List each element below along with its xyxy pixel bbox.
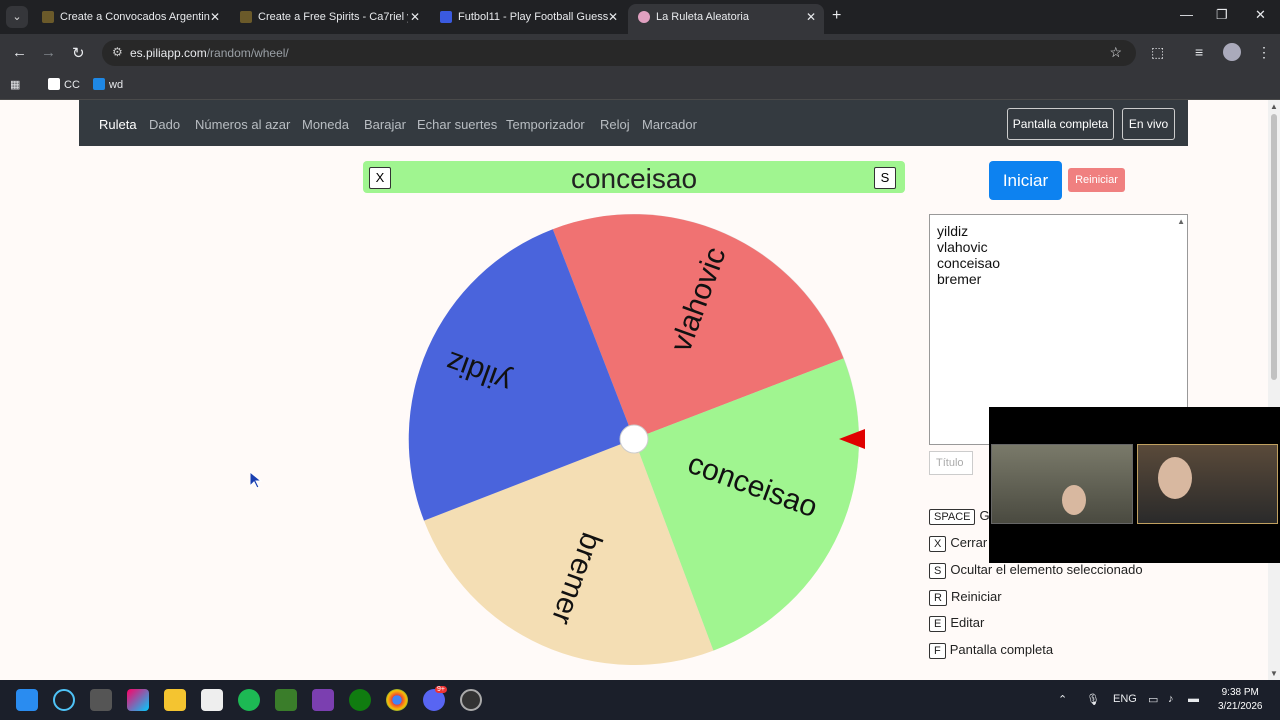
close-icon[interactable]: ✕ — [608, 4, 618, 30]
battery-icon[interactable]: ▬ — [1188, 693, 1199, 705]
address-bar[interactable]: ⚙ es.piliapp.com/random/wheel/ ☆ — [102, 40, 1136, 66]
spotify-icon[interactable] — [238, 689, 260, 711]
xbox-icon[interactable] — [349, 689, 371, 711]
close-result-button[interactable]: X — [369, 167, 391, 189]
tab-favicon-icon — [440, 11, 452, 23]
microphone-icon[interactable]: 🎙 — [1086, 693, 1100, 706]
toolbar: ← → ↻ ⚙ es.piliapp.com/random/wheel/ ☆ ⬚… — [0, 34, 1280, 72]
title-input[interactable]: Título — [929, 451, 973, 475]
tab-free-spirits[interactable]: Create a Free Spirits - Ca7riel y P ✕ — [230, 4, 428, 30]
scroll-down-icon[interactable]: ▼ — [1270, 669, 1278, 678]
back-icon[interactable]: ← — [12, 44, 27, 61]
close-icon[interactable]: ✕ — [210, 4, 220, 30]
tray-chevron-icon[interactable]: ⌃ — [1058, 693, 1067, 706]
entry-item: yildiz — [937, 223, 969, 239]
minecraft-icon[interactable] — [275, 689, 297, 711]
menu-icon[interactable]: ⋮ — [1257, 44, 1271, 61]
hide-result-button[interactable]: S — [874, 167, 896, 189]
entry-item: conceisao — [937, 255, 1001, 271]
tab-strip: ⌄ Create a Convocados Argentina ✕ Create… — [0, 0, 1280, 34]
network-icon[interactable]: ▭ — [1148, 693, 1158, 706]
tab-favicon-icon — [42, 11, 54, 23]
nav-temporizador[interactable]: Temporizador — [506, 117, 585, 132]
close-icon[interactable]: ✕ — [410, 4, 420, 30]
shortcut-close: X Cerrar — [929, 535, 987, 552]
store-icon[interactable] — [201, 689, 223, 711]
page-scrollbar[interactable]: ▲ ▼ — [1268, 100, 1280, 680]
new-tab-icon[interactable]: + — [832, 7, 841, 25]
site-info-icon[interactable]: ⚙ — [112, 45, 123, 59]
tab-convocados[interactable]: Create a Convocados Argentina ✕ — [32, 4, 228, 30]
mouse-cursor-icon — [250, 472, 262, 489]
tab-search-dropdown[interactable]: ⌄ — [6, 6, 28, 28]
forward-icon[interactable]: → — [41, 44, 56, 61]
nav-echar-suertes[interactable]: Echar suertes — [417, 117, 497, 132]
task-view-icon[interactable] — [90, 689, 112, 711]
start-button[interactable]: Iniciar — [989, 161, 1062, 200]
webcam-feed-2 — [1137, 444, 1278, 524]
live-button[interactable]: En vivo — [1122, 108, 1175, 140]
bookmark-wd[interactable]: wd — [93, 78, 123, 91]
os-taskbar: 9+ ⌃ 🎙 ENG ▭ ♪ ▬ 9:38 PM 3/21/2026 — [0, 680, 1280, 720]
result-text: conceisao — [570, 163, 698, 194]
wheel-center — [619, 424, 649, 454]
nav-moneda[interactable]: Moneda — [302, 117, 349, 132]
start-menu-icon[interactable] — [16, 689, 38, 711]
nav-dado[interactable]: Dado — [149, 117, 180, 132]
bookmark-cc[interactable]: CC — [48, 78, 80, 91]
url-text[interactable]: es.piliapp.com/random/wheel/ — [130, 46, 289, 60]
scroll-up-icon[interactable]: ▲ — [1177, 217, 1185, 226]
tab-favicon-icon — [240, 11, 252, 23]
site-navbar: Ruleta Dado Números al azar Moneda Baraj… — [79, 100, 1188, 146]
reset-button[interactable]: Reiniciar — [1068, 168, 1125, 192]
tab-futbol11[interactable]: Futbol11 - Play Football Guess W ✕ — [430, 4, 626, 30]
nav-ruleta[interactable]: Ruleta — [99, 117, 137, 132]
search-icon[interactable] — [53, 689, 75, 711]
nav-marcador[interactable]: Marcador — [642, 117, 697, 132]
scroll-up-icon[interactable]: ▲ — [1270, 102, 1278, 111]
media-controls-icon[interactable]: ≡ — [1195, 44, 1203, 60]
bookmark-favicon-icon — [93, 78, 105, 90]
reload-icon[interactable]: ↻ — [72, 44, 85, 62]
volume-icon[interactable]: ♪ — [1168, 693, 1174, 705]
fullscreen-button[interactable]: Pantalla completa — [1007, 108, 1114, 140]
shortcut-fullscreen: F Pantalla completa — [929, 642, 1053, 659]
shortcut-space: SPACE G — [929, 508, 990, 525]
webcam-feed-1 — [991, 444, 1133, 524]
shortcut-hide: S Ocultar el elemento seleccionado — [929, 562, 1143, 579]
nav-reloj[interactable]: Reloj — [600, 117, 630, 132]
scrollbar-thumb[interactable] — [1271, 114, 1277, 380]
bookmark-star-icon[interactable]: ☆ — [1109, 44, 1122, 61]
nav-barajar[interactable]: Barajar — [364, 117, 406, 132]
obs-icon[interactable] — [460, 689, 482, 711]
file-explorer-icon[interactable] — [164, 689, 186, 711]
bookmark-favicon-icon — [48, 78, 60, 90]
minimize-icon[interactable]: — — [1180, 7, 1193, 22]
app-icon[interactable] — [312, 689, 334, 711]
spin-wheel[interactable]: vlahovic conceisao bremer yildiz — [405, 210, 865, 670]
page-content: Ruleta Dado Números al azar Moneda Baraj… — [0, 100, 1268, 680]
tab-favicon-icon — [638, 11, 650, 23]
language-indicator[interactable]: ENG — [1113, 693, 1137, 705]
maximize-icon[interactable]: ❐ — [1216, 7, 1228, 23]
shortcut-edit: E Editar — [929, 615, 984, 632]
extensions-icon[interactable]: ⬚ — [1151, 44, 1164, 61]
clock[interactable]: 9:38 PM 3/21/2026 — [1218, 686, 1263, 714]
discord-badge: 9+ — [435, 686, 447, 693]
profile-avatar[interactable] — [1223, 43, 1241, 61]
bookmarks-bar: ▦ CC wd — [0, 72, 1280, 100]
result-banner: conceisao X S — [363, 161, 905, 194]
entry-item: vlahovic — [937, 239, 988, 255]
tab-ruleta[interactable]: La Ruleta Aleatoria ✕ — [628, 4, 824, 34]
webcam-overlay — [989, 407, 1280, 563]
entry-item: bremer — [937, 271, 982, 287]
close-icon[interactable]: ✕ — [806, 4, 816, 30]
chrome-icon[interactable] — [386, 689, 408, 711]
nav-numeros[interactable]: Números al azar — [195, 117, 290, 132]
apps-icon[interactable]: ▦ — [10, 78, 20, 91]
window-close-icon[interactable]: ✕ — [1255, 7, 1266, 23]
shortcut-reset: R Reiniciar — [929, 589, 1002, 606]
copilot-icon[interactable] — [127, 689, 149, 711]
